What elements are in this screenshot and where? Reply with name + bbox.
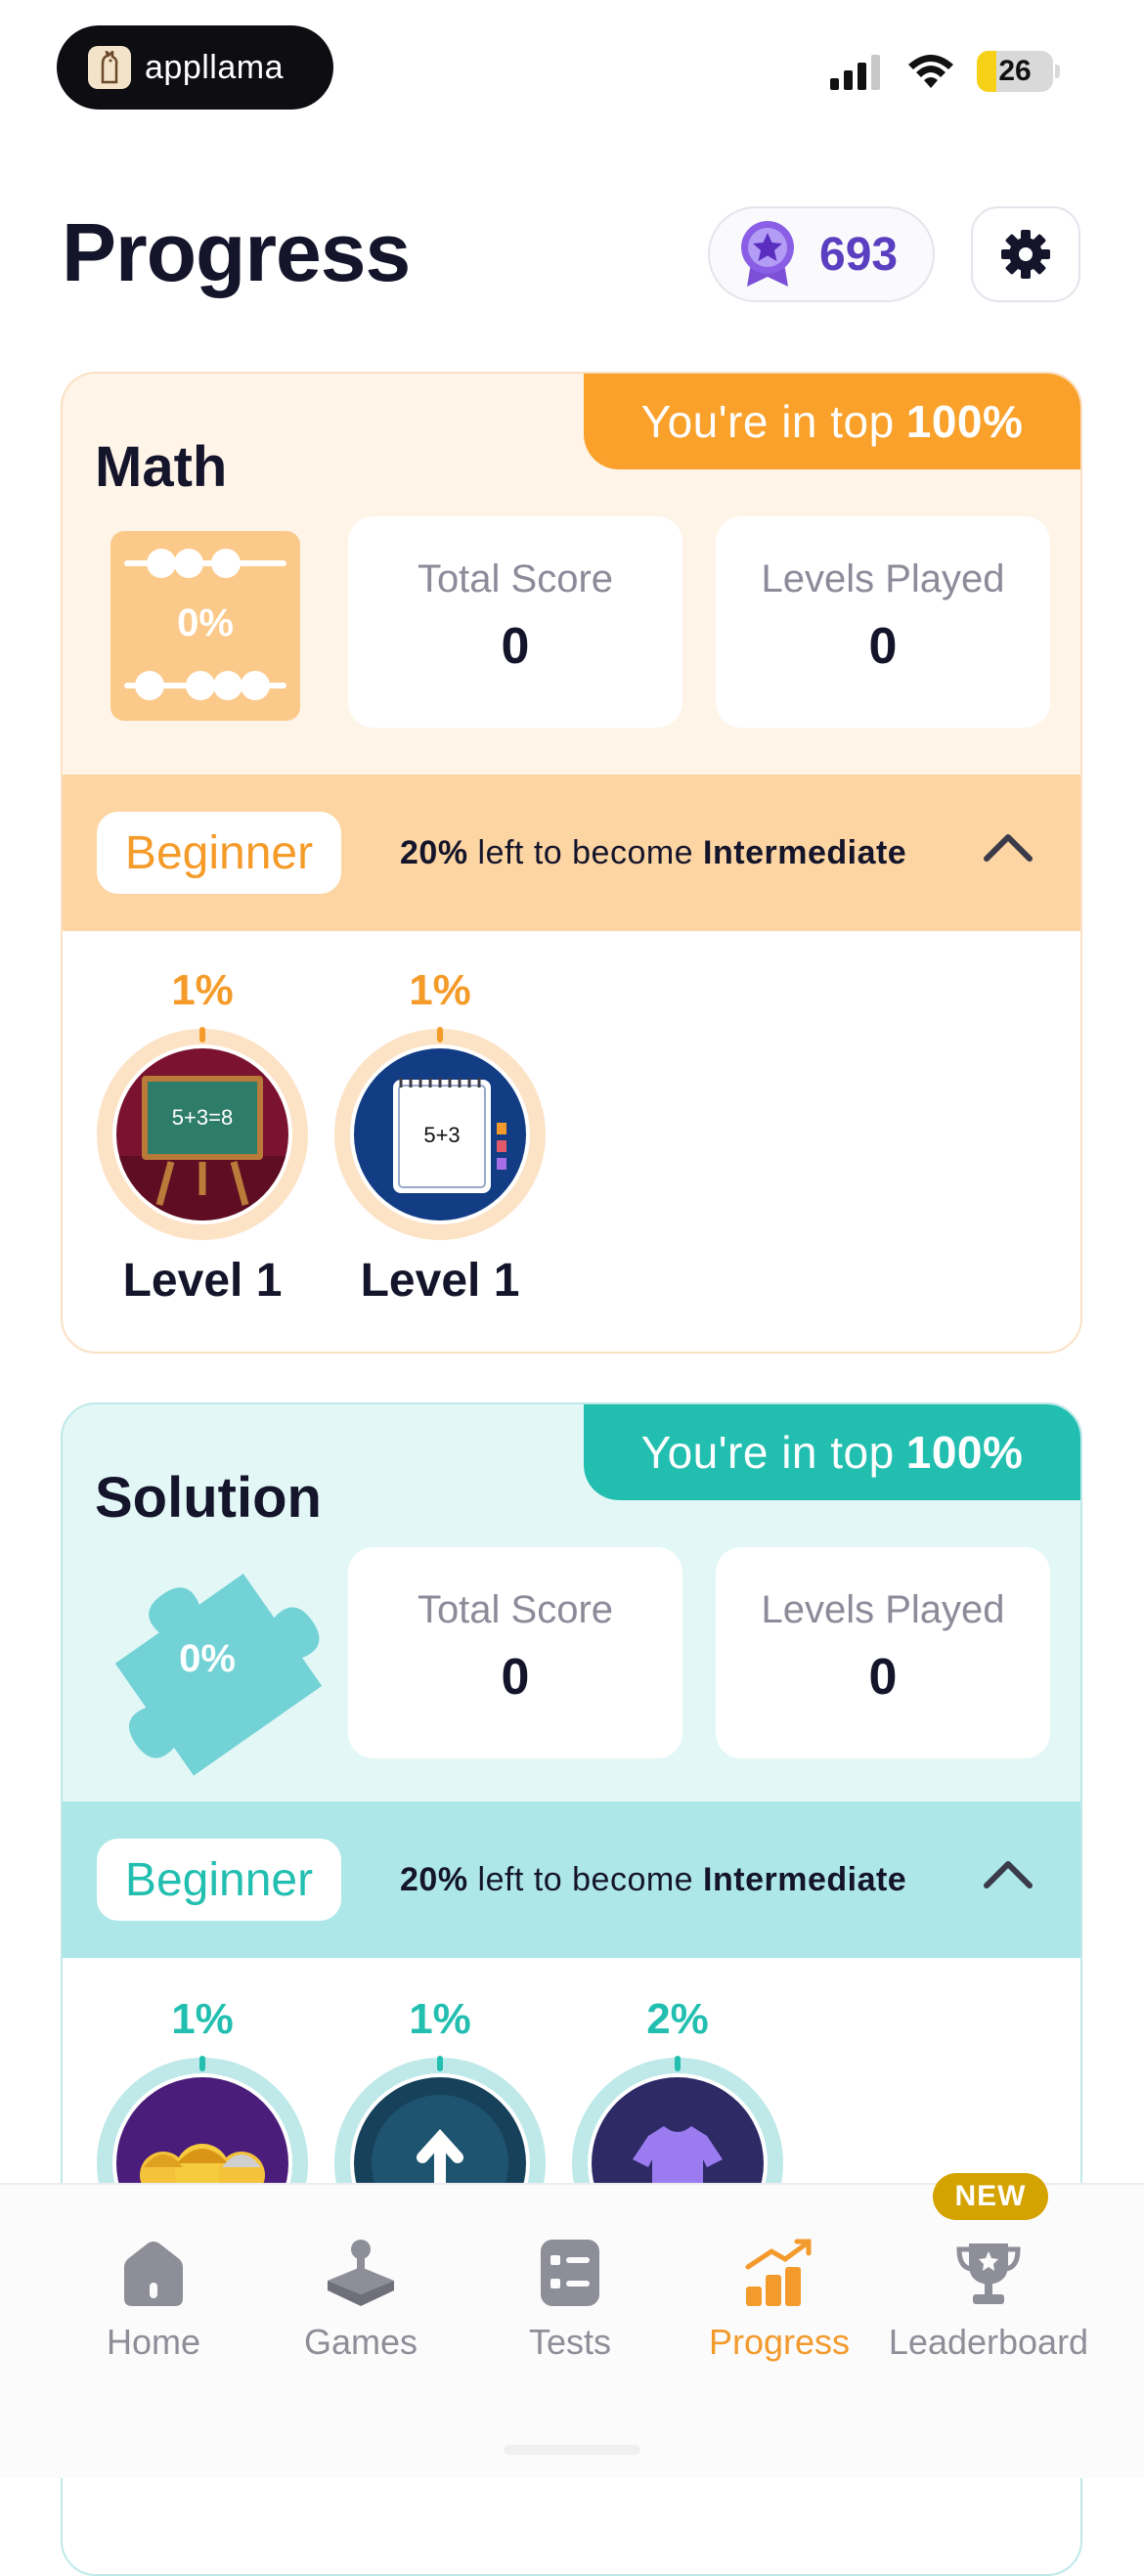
points-value: 693 bbox=[819, 228, 899, 281]
new-badge: NEW bbox=[933, 2173, 1048, 2220]
game-ring: 5+3=8 bbox=[97, 1027, 308, 1240]
star-medal-icon bbox=[741, 221, 794, 287]
game-item[interactable]: 1% 5+3 Level 1 bbox=[331, 966, 549, 1308]
total-score-box: Total Score 0 bbox=[348, 1547, 682, 1758]
status-bar: appllama 26 bbox=[0, 0, 1144, 127]
next-level: Intermediate bbox=[703, 833, 907, 871]
levels-played-box: Levels Played 0 bbox=[716, 1547, 1050, 1758]
tab-label: Games bbox=[303, 2322, 418, 2362]
game-percent: 1% bbox=[171, 1995, 234, 2043]
tab-label: Tests bbox=[528, 2322, 612, 2362]
chalkboard-icon: 5+3=8 bbox=[116, 1048, 288, 1221]
progress-percent: 20% bbox=[400, 1860, 468, 1898]
games-list: 1% 5+3=8 Level 1 1% 5+3 Level 1 bbox=[63, 931, 1080, 1352]
settings-button[interactable] bbox=[971, 206, 1080, 302]
chevron-up-icon[interactable] bbox=[983, 1858, 1034, 1889]
battery-level: 26 bbox=[998, 55, 1032, 87]
level-band[interactable]: Beginner 20% left to become Intermediate bbox=[63, 775, 1080, 931]
signal-icon bbox=[830, 55, 880, 90]
completion-percent: 0% bbox=[177, 601, 234, 644]
progress-percent: 20% bbox=[400, 833, 468, 871]
tab-label: Home bbox=[106, 2322, 201, 2362]
level-badge: Beginner bbox=[97, 812, 341, 894]
page-title: Progress bbox=[62, 206, 411, 298]
next-level: Intermediate bbox=[703, 1860, 907, 1898]
rank-prefix: You're in top bbox=[640, 396, 895, 447]
app-badge[interactable]: appllama bbox=[57, 25, 333, 110]
notepad-icon: 5+3 bbox=[354, 1048, 526, 1221]
chevron-up-icon[interactable] bbox=[983, 831, 1034, 863]
tab-home[interactable]: Home bbox=[39, 2224, 268, 2363]
total-score-box: Total Score 0 bbox=[348, 516, 682, 728]
tests-icon bbox=[541, 2240, 599, 2306]
rank-badge: You're in top 100% bbox=[584, 374, 1080, 469]
total-score-label: Total Score bbox=[417, 1588, 614, 1631]
card-title: Math bbox=[95, 435, 228, 499]
tab-progress[interactable]: Progress bbox=[665, 2224, 894, 2363]
levels-played-box: Levels Played 0 bbox=[716, 516, 1050, 728]
rank-value: 100% bbox=[905, 396, 1024, 447]
abacus-icon: 0% bbox=[110, 531, 300, 721]
levels-played-label: Levels Played bbox=[761, 557, 1005, 600]
gear-icon bbox=[1001, 230, 1050, 279]
rank-prefix: You're in top bbox=[640, 1427, 895, 1478]
tab-leaderboard[interactable]: Leaderboard bbox=[874, 2224, 1103, 2363]
level-badge: Beginner bbox=[97, 1839, 341, 1921]
game-percent: 1% bbox=[409, 1995, 471, 2043]
game-percent: 1% bbox=[409, 966, 471, 1014]
level-progress-text: 20% left to become Intermediate bbox=[400, 1861, 906, 1899]
math-card[interactable]: You're in top 100% Math 0% Total Score 0… bbox=[61, 372, 1082, 1354]
levels-played-value: 0 bbox=[868, 1649, 898, 1706]
tab-bar: Home Games Tests Progress Leaderboard bbox=[0, 2183, 1144, 2478]
home-indicator bbox=[504, 2445, 640, 2455]
points-button[interactable]: 693 bbox=[708, 206, 935, 302]
game-level: Level 1 bbox=[122, 1255, 283, 1307]
tab-label: Leaderboard bbox=[888, 2322, 1089, 2362]
battery-icon: 26 bbox=[977, 51, 1053, 92]
puzzle-piece-icon: 0% bbox=[90, 1541, 325, 1776]
home-icon bbox=[124, 2242, 183, 2306]
rank-value: 100% bbox=[905, 1427, 1024, 1478]
note-text: 5+3 bbox=[423, 1123, 460, 1147]
chart-icon bbox=[745, 2239, 812, 2306]
chalk-text: 5+3=8 bbox=[172, 1105, 233, 1130]
total-score-value: 0 bbox=[501, 1649, 530, 1706]
llama-logo-icon bbox=[88, 46, 131, 89]
levels-played-value: 0 bbox=[868, 618, 898, 675]
wifi-icon bbox=[908, 55, 953, 88]
progress-mid: left to become bbox=[477, 833, 694, 871]
game-ring: 5+3 bbox=[334, 1027, 546, 1240]
game-level: Level 1 bbox=[360, 1255, 520, 1307]
tab-games[interactable]: Games bbox=[246, 2224, 475, 2363]
level-progress-text: 20% left to become Intermediate bbox=[400, 834, 906, 872]
trophy-icon bbox=[956, 2243, 1021, 2304]
joystick-icon bbox=[328, 2240, 394, 2306]
tab-tests[interactable]: Tests bbox=[456, 2224, 684, 2363]
total-score-value: 0 bbox=[501, 618, 530, 675]
completion-percent: 0% bbox=[179, 1637, 236, 1680]
card-title: Solution bbox=[95, 1466, 322, 1530]
total-score-label: Total Score bbox=[417, 557, 614, 600]
progress-mid: left to become bbox=[477, 1860, 694, 1898]
game-item[interactable]: 1% 5+3=8 Level 1 bbox=[94, 966, 311, 1308]
levels-played-label: Levels Played bbox=[761, 1588, 1005, 1631]
level-band[interactable]: Beginner 20% left to become Intermediate bbox=[63, 1801, 1080, 1958]
game-percent: 1% bbox=[171, 966, 234, 1014]
game-percent: 2% bbox=[646, 1995, 709, 2043]
app-name: appllama bbox=[145, 48, 284, 86]
rank-badge: You're in top 100% bbox=[584, 1404, 1080, 1500]
tab-label: Progress bbox=[708, 2322, 851, 2362]
